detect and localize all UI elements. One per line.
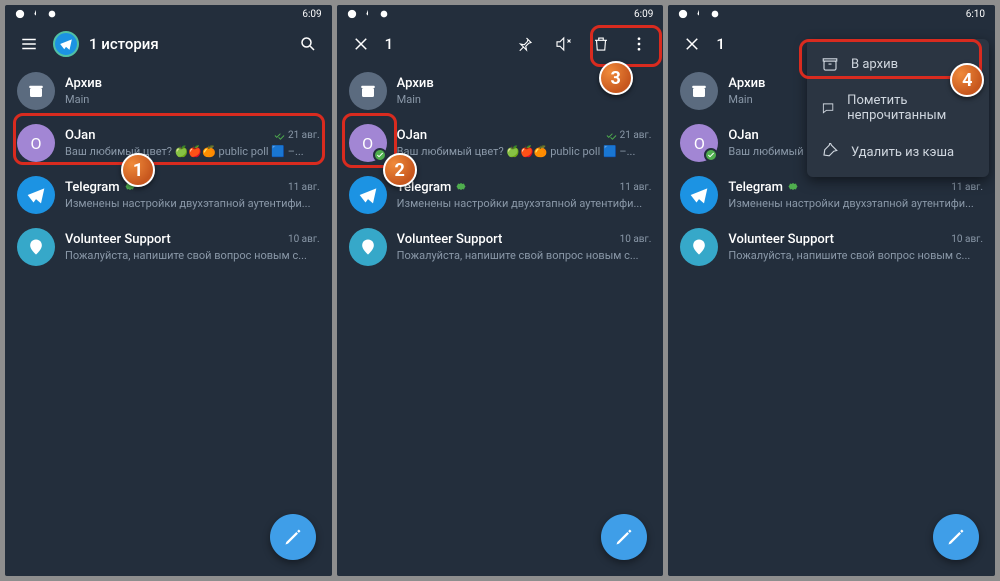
close-icon[interactable]	[347, 30, 375, 58]
compose-fab[interactable]	[270, 514, 316, 560]
chat-telegram[interactable]: Telegram11 авг. Изменены настройки двухэ…	[5, 169, 332, 221]
archive-row[interactable]: АрхивMain	[337, 65, 664, 117]
chat-support[interactable]: Volunteer Support10 авг. Пожалуйста, нап…	[668, 221, 995, 273]
archive-icon	[821, 55, 839, 73]
status-bar: 6:09	[5, 5, 332, 23]
compose-fab[interactable]	[933, 514, 979, 560]
selected-check-icon	[373, 148, 387, 162]
read-check-icon	[274, 130, 285, 141]
screenshot-3: 6:10 1 АрхивMain O OJan21 авг. Ваш любим…	[668, 5, 995, 576]
menu-archive[interactable]: В архив	[807, 45, 989, 83]
selection-bar: 1	[337, 23, 664, 65]
telegram-logo	[53, 31, 79, 57]
chat-support[interactable]: Volunteer Support10 авг. Пожалуйста, нап…	[5, 221, 332, 273]
archive-icon	[17, 72, 55, 110]
avatar-ojan: O	[17, 124, 55, 162]
avatar-ojan: O	[349, 124, 387, 162]
close-icon[interactable]	[678, 30, 706, 58]
status-time: 6:09	[302, 9, 321, 20]
avatar-support	[17, 228, 55, 266]
archive-row[interactable]: АрхивMain	[5, 65, 332, 117]
more-icon[interactable]	[625, 30, 653, 58]
menu-mark-unread[interactable]: Пометить непрочитанным	[807, 83, 989, 133]
menu-icon[interactable]	[15, 30, 43, 58]
chat-ojan-selected[interactable]: O OJan21 авг. Ваш любимый цвет? 🍏🍎🍊 publ…	[337, 117, 664, 169]
context-menu: В архив Пометить непрочитанным Удалить и…	[807, 39, 989, 177]
verified-icon	[124, 182, 136, 194]
search-icon[interactable]	[294, 30, 322, 58]
status-time: 6:10	[966, 9, 985, 20]
screenshot-2: 6:09 1 АрхивMain O OJan21 авг. Ваш любим…	[337, 5, 664, 576]
pin-icon[interactable]	[511, 30, 539, 58]
delete-icon[interactable]	[587, 30, 615, 58]
chat-ojan[interactable]: O OJan21 авг. Ваш любимый цвет? 🍏🍎🍊 publ…	[5, 117, 332, 169]
selection-count: 1	[385, 35, 502, 53]
avatar-telegram	[17, 176, 55, 214]
screenshot-1: 6:09 1 история АрхивMain O OJan21 авг. В…	[5, 5, 332, 576]
status-time: 6:09	[634, 9, 653, 20]
mute-icon[interactable]	[549, 30, 577, 58]
header-title: 1 история	[89, 35, 284, 53]
chat-support[interactable]: Volunteer Support10 авг. Пожалуйста, нап…	[337, 221, 664, 273]
chat-icon	[821, 99, 835, 117]
compose-fab[interactable]	[601, 514, 647, 560]
menu-clear-cache[interactable]: Удалить из кэша	[807, 133, 989, 171]
status-bar: 6:09	[337, 5, 664, 23]
chat-telegram[interactable]: Telegram11 авг. Изменены настройки двухэ…	[337, 169, 664, 221]
top-bar: 1 история	[5, 23, 332, 65]
broom-icon	[821, 143, 839, 161]
status-bar: 6:10	[668, 5, 995, 23]
